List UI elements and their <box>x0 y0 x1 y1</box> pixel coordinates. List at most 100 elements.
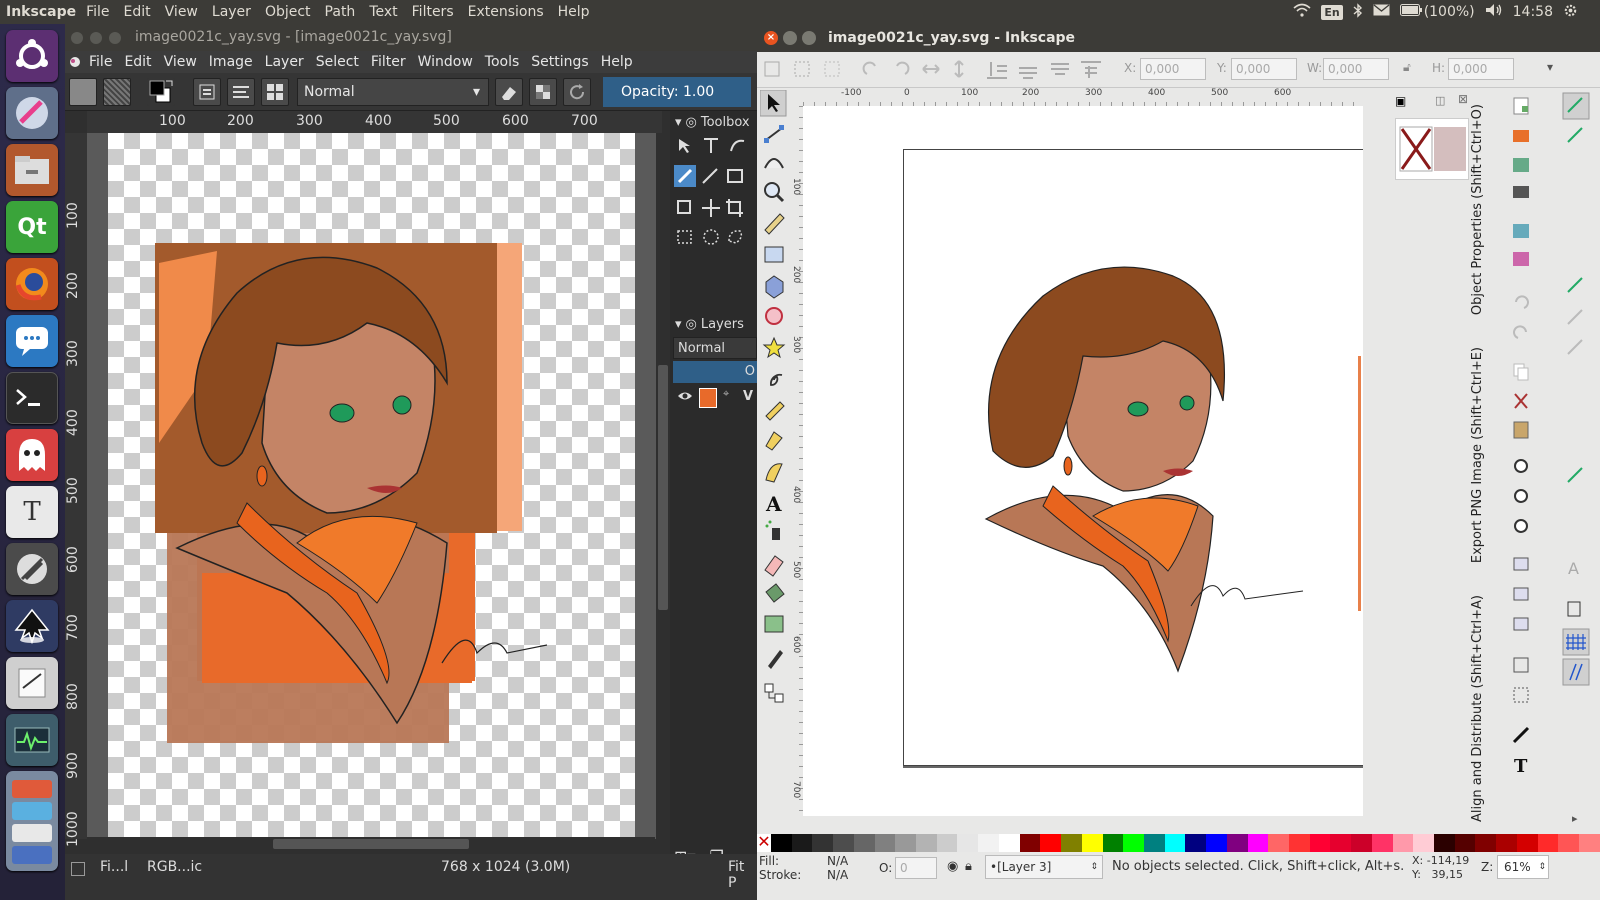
scrollbar-thumb[interactable] <box>273 839 469 849</box>
global-menu-text[interactable]: Text <box>363 4 405 20</box>
foreground-background-color-icon[interactable] <box>147 78 175 106</box>
firefox-icon[interactable] <box>6 258 58 310</box>
palette-swatch[interactable] <box>791 834 813 852</box>
krita-menu-layer[interactable]: Layer <box>259 51 310 73</box>
toggle-visibility-icon[interactable]: ◉ <box>947 859 958 874</box>
palette-swatch[interactable] <box>1123 834 1144 852</box>
palette-swatch[interactable] <box>1185 834 1207 852</box>
rotate-cw-icon[interactable] <box>896 61 910 75</box>
palette-swatch[interactable] <box>1206 834 1227 852</box>
y-input[interactable]: 0,000 <box>1231 58 1297 80</box>
fill-value[interactable]: N/A <box>827 854 848 868</box>
minimize-icon[interactable] <box>90 32 102 44</box>
palette-swatch[interactable] <box>1164 834 1186 852</box>
mail-icon[interactable] <box>1373 4 1390 20</box>
layer-row[interactable]: ⌖ V <box>673 385 757 411</box>
toolbox-header[interactable]: ▾ ◎ Toolbox <box>675 115 750 130</box>
palette-swatch[interactable] <box>1019 834 1041 852</box>
krita-menu-tools[interactable]: Tools <box>479 51 526 73</box>
system-monitor-icon[interactable] <box>6 714 58 766</box>
lower-icon[interactable] <box>1019 67 1037 79</box>
rotate-ccw-icon[interactable] <box>862 61 876 75</box>
pattern-preset-button[interactable] <box>103 78 131 106</box>
global-menu-layer[interactable]: Layer <box>206 4 259 20</box>
palette-swatch[interactable] <box>1454 834 1476 852</box>
palette-swatch[interactable] <box>1040 834 1062 852</box>
stroke-value[interactable]: N/A <box>827 868 848 882</box>
selection-mode-icon[interactable] <box>71 862 85 876</box>
krita-menu-window[interactable]: Window <box>412 51 479 73</box>
select-all-layers-icon[interactable] <box>794 61 810 77</box>
eye-visibility-icon[interactable] <box>677 389 693 407</box>
gradient-preset-button[interactable] <box>69 78 97 106</box>
palette-swatch[interactable] <box>957 834 979 852</box>
palette-swatch[interactable] <box>1268 834 1289 852</box>
select-all-icon[interactable] <box>764 61 780 77</box>
close-icon[interactable] <box>71 32 83 44</box>
raise-to-top-icon[interactable] <box>1081 61 1101 78</box>
palette-swatch[interactable] <box>1537 834 1559 852</box>
global-menu-edit[interactable]: Edit <box>118 4 159 20</box>
palette-swatch[interactable] <box>1413 834 1434 852</box>
krita-menu-filter[interactable]: Filter <box>365 51 412 73</box>
krita-menu-file[interactable]: File <box>83 51 118 73</box>
palette-swatch[interactable] <box>1392 834 1414 852</box>
minimize-icon[interactable] <box>783 31 797 45</box>
palette-swatch[interactable] <box>1351 834 1372 852</box>
krita-menu-image[interactable]: Image <box>203 51 259 73</box>
wifi-icon[interactable] <box>1293 3 1311 21</box>
text-editor-icon[interactable]: T <box>6 486 58 538</box>
toggle-lock-icon[interactable]: 🔒︎ <box>965 859 972 874</box>
inkscape-launcher-icon[interactable] <box>6 600 58 652</box>
eraser-mode-icon[interactable] <box>495 78 523 106</box>
krita-menu-view[interactable]: View <box>158 51 203 73</box>
ubuntu-dash-icon[interactable] <box>6 30 58 82</box>
color-palette[interactable]: ✕ <box>757 834 1600 852</box>
palette-swatch[interactable] <box>1558 834 1580 852</box>
palette-swatch[interactable] <box>978 834 999 852</box>
no-paint-swatch[interactable]: ✕ <box>757 834 771 852</box>
reload-preset-icon[interactable] <box>563 78 591 106</box>
inkscape-canvas[interactable] <box>803 106 1363 816</box>
krita-menu-help[interactable]: Help <box>595 51 639 73</box>
krita-canvas[interactable] <box>87 133 662 839</box>
dock-close-icon[interactable]: ⊠ <box>1458 92 1468 106</box>
align-distribute-tab[interactable]: Align and Distribute (Shift+Ctrl+A) <box>1470 595 1485 822</box>
maximize-icon[interactable] <box>109 32 121 44</box>
layers-blend-mode-select[interactable]: Normal <box>673 337 757 359</box>
krita-menu-settings[interactable]: Settings <box>525 51 594 73</box>
keyboard-layout-indicator[interactable]: En <box>1321 4 1343 20</box>
palette-swatch[interactable] <box>1081 834 1103 852</box>
palette-swatch[interactable] <box>1102 834 1124 852</box>
current-layer-select[interactable]: •[Layer 3] ⇕ <box>985 855 1103 879</box>
global-menu-view[interactable]: View <box>159 4 206 20</box>
power-gear-icon[interactable] <box>1563 3 1578 22</box>
global-menu-path[interactable]: Path <box>319 4 364 20</box>
preserve-alpha-icon[interactable] <box>529 78 557 106</box>
palette-swatch[interactable] <box>874 834 896 852</box>
deselect-icon[interactable] <box>824 61 840 77</box>
palette-swatch[interactable] <box>833 834 854 852</box>
krita-vertical-scrollbar[interactable] <box>656 133 670 839</box>
ghost-app-icon[interactable] <box>6 429 58 481</box>
brush-settings-icon[interactable] <box>227 78 255 106</box>
maximize-icon[interactable] <box>802 31 816 45</box>
palette-swatch[interactable] <box>1371 834 1393 852</box>
palette-swatch[interactable] <box>1309 834 1331 852</box>
terminal-icon[interactable] <box>6 372 58 424</box>
palette-swatch[interactable] <box>895 834 917 852</box>
global-menu-filters[interactable]: Filters <box>406 4 462 20</box>
lower-to-bottom-icon[interactable] <box>987 62 1007 79</box>
krita-horizontal-scrollbar[interactable] <box>87 837 655 851</box>
flip-horizontal-icon[interactable] <box>922 64 940 74</box>
flip-vertical-icon[interactable] <box>954 60 964 78</box>
export-png-tab[interactable]: Export PNG Image (Shift+Ctrl+E) <box>1470 347 1485 563</box>
palette-swatch[interactable] <box>1434 834 1455 852</box>
palette-swatch[interactable] <box>1288 834 1310 852</box>
stacked-apps-icon[interactable] <box>6 771 58 871</box>
bluetooth-icon[interactable] <box>1353 2 1363 22</box>
scrollbar-thumb[interactable] <box>658 365 668 610</box>
dock-iconify-icon[interactable]: ◫ <box>1435 94 1445 107</box>
file-manager-icon[interactable] <box>6 144 58 196</box>
qt-creator-icon[interactable]: Qt <box>6 201 58 253</box>
